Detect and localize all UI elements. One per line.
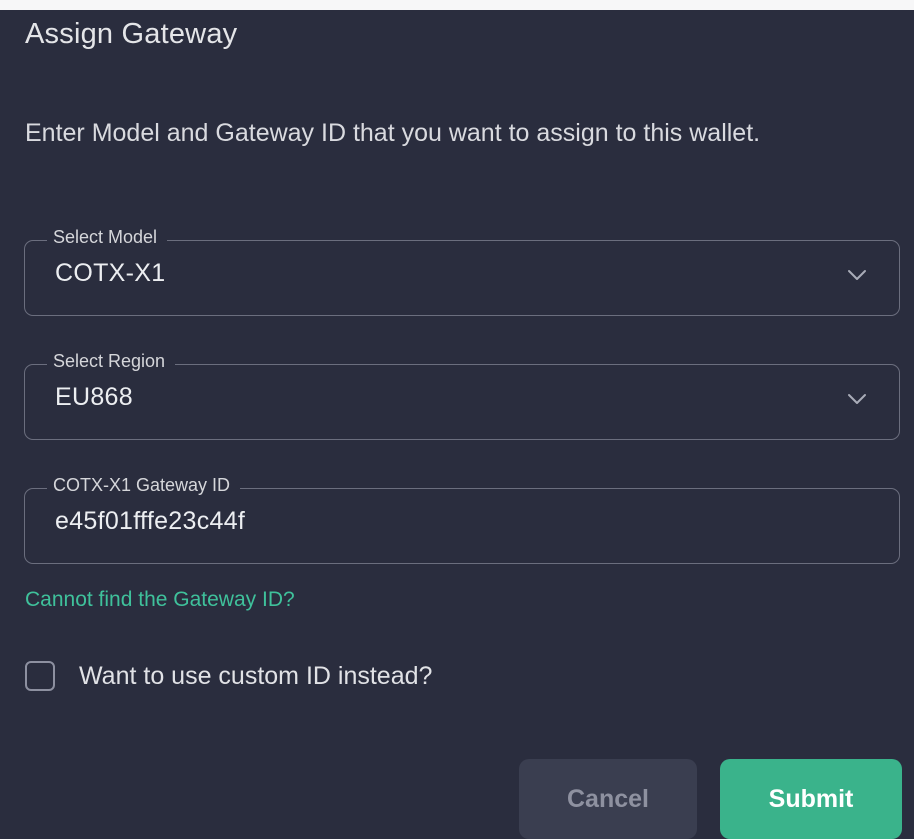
gateway-id-value[interactable]: e45f01fffe23c44f <box>55 507 245 536</box>
model-select-value: COTX-X1 <box>55 259 166 287</box>
model-select-label: Select Model <box>47 227 168 248</box>
custom-id-checkbox-label[interactable]: Want to use custom ID instead? <box>79 662 432 691</box>
model-select[interactable]: Select Model COTX-X1 <box>24 227 900 316</box>
custom-id-checkbox-row[interactable]: Want to use custom ID instead? <box>25 661 432 691</box>
dialog-description: Enter Model and Gateway ID that you want… <box>25 119 761 147</box>
assign-gateway-dialog: Assign Gateway Enter Model and Gateway I… <box>0 10 914 839</box>
cancel-button[interactable]: Cancel <box>519 759 697 839</box>
top-page-strip <box>0 0 914 10</box>
dialog-title: Assign Gateway <box>25 18 238 50</box>
chevron-down-icon[interactable] <box>845 387 869 411</box>
gateway-id-label: COTX-X1 Gateway ID <box>47 475 241 496</box>
gateway-id-field[interactable]: COTX-X1 Gateway ID e45f01fffe23c44f <box>24 475 900 564</box>
cannot-find-gateway-id-link[interactable]: Cannot find the Gateway ID? <box>25 588 295 612</box>
chevron-down-icon[interactable] <box>845 263 869 287</box>
region-select-value: EU868 <box>55 383 133 411</box>
submit-button[interactable]: Submit <box>720 759 902 839</box>
custom-id-checkbox[interactable] <box>25 661 55 691</box>
region-select-label: Select Region <box>47 351 176 372</box>
region-select[interactable]: Select Region EU868 <box>24 351 900 440</box>
